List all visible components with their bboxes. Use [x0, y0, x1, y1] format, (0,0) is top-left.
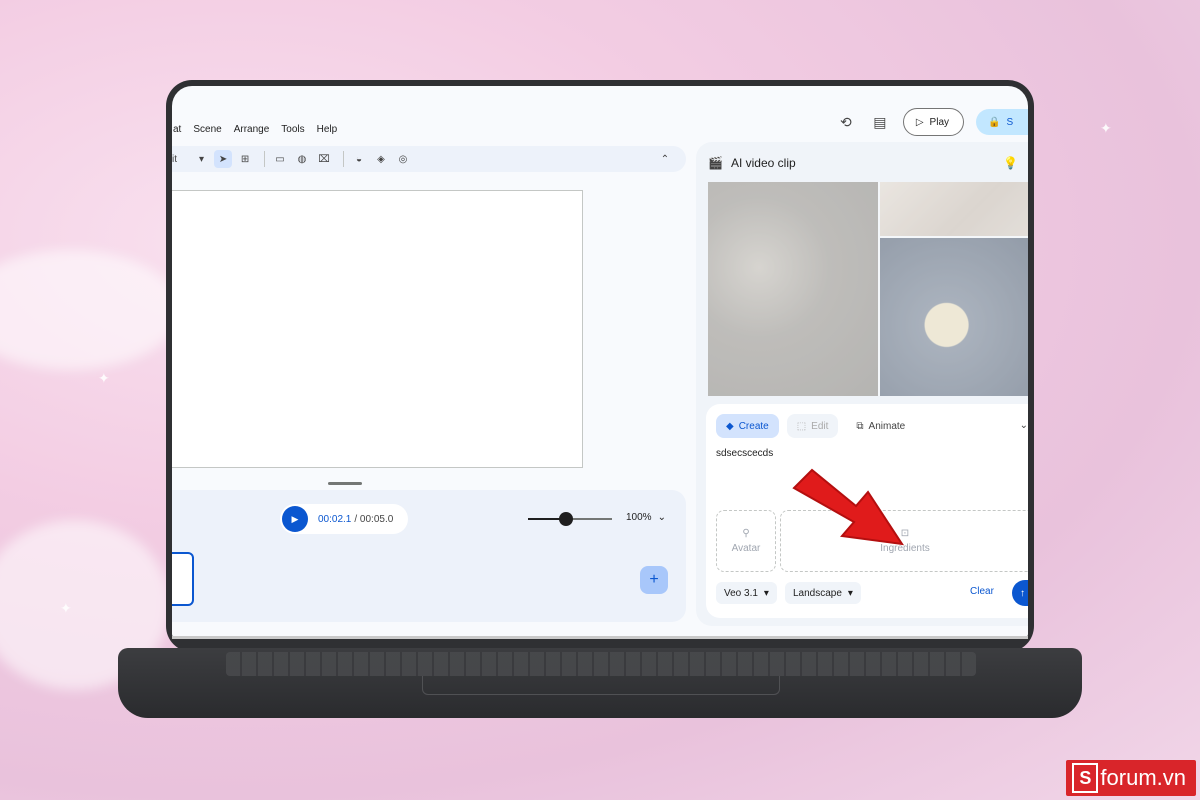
avatar-slot[interactable]: ⚲ Avatar [716, 510, 776, 572]
preview-image-grid [708, 182, 1028, 396]
app-screen: at Scene Arrange Tools Help ⟲ ▤ ▷ Play 🔒… [172, 86, 1028, 638]
timeline-panel: ▶ 00:02.1 / 00:05.0 100% ⌄ + [172, 490, 686, 622]
laptop-keyboard [226, 652, 976, 676]
share-button[interactable]: 🔒 S [976, 109, 1028, 135]
play-button[interactable]: ▷ Play [902, 108, 964, 136]
paint-roller-icon[interactable]: ⌧ [315, 150, 333, 168]
volume-slider[interactable] [528, 512, 612, 526]
chevron-up-icon[interactable]: ⌃ [656, 150, 674, 168]
model-select[interactable]: Veo 3.1 ▾ [716, 582, 777, 604]
tab-create[interactable]: ◆ Create [716, 414, 779, 438]
model-label: Veo 3.1 [724, 587, 758, 599]
sparkle-icon: ✦ [98, 370, 110, 386]
palette-icon[interactable]: ◍ [293, 150, 311, 168]
panel-title: AI video clip [730, 156, 796, 170]
ai-video-panel: 🎬 AI video clip 💡 ◆ Create ⬚ Edit ⧉ Anim… [696, 142, 1028, 626]
edit-icon: ⬚ [796, 420, 807, 432]
panel-header: 🎬 AI video clip [708, 156, 796, 170]
create-icon: ◆ [726, 420, 734, 432]
play-label: Play [929, 116, 949, 128]
menu-item-arrange[interactable]: Arrange [233, 124, 271, 144]
timeline-clip[interactable] [172, 552, 194, 606]
play-icon: ▷ [915, 116, 924, 128]
share-label: S [1006, 116, 1014, 128]
sparkle-icon: ✦ [60, 600, 72, 616]
toolbar-divider [264, 151, 266, 167]
toolbar-divider [343, 151, 345, 167]
tab-edit[interactable]: ⬚ Edit [786, 414, 839, 438]
prompt-input[interactable]: sdsecscecds [716, 448, 773, 459]
total-time: / 00:05.0 [354, 513, 394, 525]
menu-item-help[interactable]: Help [316, 124, 339, 144]
menu-item-format[interactable]: at [172, 124, 182, 144]
tab-edit-label: Edit [811, 420, 829, 432]
add-avatar-icon: ⚲ [742, 528, 750, 539]
zoom-control[interactable]: 100% ⌄ [626, 512, 666, 523]
laptop-trackpad [422, 676, 780, 695]
menu-item-tools[interactable]: Tools [280, 124, 305, 144]
chevron-down-icon: ▾ [763, 587, 769, 599]
generate-button[interactable]: ↑ [1012, 580, 1028, 606]
eraser-icon[interactable]: ◈ [372, 150, 390, 168]
fill-color-icon[interactable]: ◒ [350, 150, 368, 168]
comment-icon[interactable]: ▤ [869, 111, 891, 133]
menu-bar: at Scene Arrange Tools Help [172, 124, 338, 144]
option-chips: Veo 3.1 ▾ Landscape ▾ [716, 582, 861, 604]
chevron-down-icon[interactable]: ▾ [199, 154, 204, 165]
image-overlay [708, 182, 1028, 396]
brand-text: forum.vn [1100, 765, 1186, 790]
tab-animate[interactable]: ⧉ Animate [846, 414, 915, 438]
brand-letter: S [1072, 763, 1099, 793]
history-icon[interactable]: ⟲ [835, 111, 857, 133]
editor-toolbar: it ▾ ➤ ⊞ ▭ ◍ ⌧ ◒ ◈ ◎ ⌃ [172, 146, 686, 172]
current-time: 00:02.1 [318, 513, 352, 525]
add-scene-button[interactable]: + [640, 566, 668, 594]
resize-handle[interactable] [328, 482, 362, 485]
lightbulb-icon[interactable]: 💡 [1003, 156, 1018, 170]
effects-icon[interactable]: ◎ [394, 150, 412, 168]
avatar-label: Avatar [731, 543, 761, 554]
menu-item-scene[interactable]: Scene [192, 124, 222, 144]
tab-animate-label: Animate [868, 420, 906, 432]
chevron-down-icon: ▾ [847, 587, 853, 599]
clear-button[interactable]: Clear [970, 586, 994, 597]
video-clip-icon: 🎬 [708, 156, 723, 170]
mode-tabs: ◆ Create ⬚ Edit ⧉ Animate [716, 414, 915, 438]
image-icon[interactable]: ▭ [271, 150, 289, 168]
brand-logo: S forum.vn [1066, 760, 1196, 796]
playback-controls: ▶ 00:02.1 / 00:05.0 [280, 504, 408, 534]
select-cursor-icon[interactable]: ➤ [214, 150, 233, 168]
screen-bezel-line [172, 636, 1028, 639]
toolbar-left-text[interactable]: it [172, 154, 177, 165]
scene-canvas[interactable] [172, 190, 583, 468]
volume-slider-thumb[interactable] [558, 512, 573, 526]
top-right-controls: ⟲ ▤ ▷ Play 🔒 S [835, 108, 1028, 136]
lock-icon: 🔒 [988, 116, 1001, 128]
background-cloud [0, 250, 180, 370]
orientation-label: Landscape [792, 587, 842, 599]
tab-create-label: Create [738, 420, 769, 432]
timeline-play-button[interactable]: ▶ [282, 506, 308, 532]
chevron-down-icon[interactable]: ⌄ [1020, 420, 1028, 431]
add-frame-icon[interactable]: ⊞ [236, 150, 254, 168]
chevron-down-icon: ⌄ [657, 512, 666, 523]
zoom-level: 100% [626, 512, 652, 523]
animate-icon: ⧉ [856, 420, 864, 432]
annotation-arrow-icon [792, 468, 905, 546]
orientation-select[interactable]: Landscape ▾ [784, 582, 861, 604]
sparkle-icon: ✦ [1100, 120, 1112, 136]
